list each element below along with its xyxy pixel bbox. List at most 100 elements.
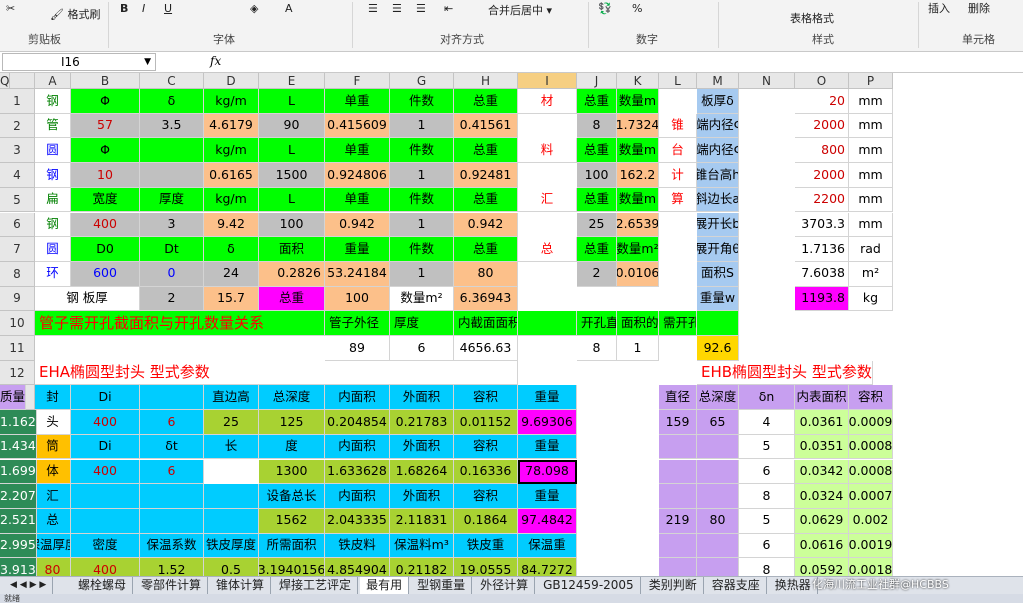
cell-h16[interactable]: 0.16336 (454, 459, 518, 485)
currency-icon[interactable]: 💱 (598, 2, 612, 15)
cell-i17[interactable]: 重量 (518, 484, 577, 509)
column-header[interactable]: B (71, 73, 140, 89)
cell-m15[interactable] (697, 434, 739, 460)
sheet-tab[interactable]: GB12459-2005 (537, 577, 641, 594)
cell-i15[interactable]: 重量 (518, 434, 577, 460)
chevron-down-icon[interactable]: ▼ (144, 54, 151, 70)
cell-p6[interactable]: mm (849, 212, 893, 238)
cell-j10[interactable]: 开孔直径 (577, 311, 617, 336)
cell-p16[interactable]: 0.0008 (849, 459, 893, 485)
cell-d20[interactable]: 0.5 (204, 558, 259, 576)
cell-a10[interactable]: 管子需开孔截面积与开孔数量关系 (35, 311, 325, 336)
cell-d4[interactable]: 0.6165 (204, 163, 259, 188)
column-header[interactable]: O (795, 73, 849, 89)
cell-f14[interactable]: 0.204854 (325, 410, 390, 435)
cell-g15[interactable]: 外面积 (390, 434, 454, 460)
cell-i3[interactable]: 料 (518, 138, 577, 164)
cell-h13[interactable]: 容积 (454, 385, 518, 411)
cell-p14[interactable]: 0.0009 (849, 410, 893, 435)
cell-j1[interactable]: 总重 (577, 89, 617, 114)
cell-c7[interactable]: Dt (140, 237, 204, 262)
cell-o7[interactable]: 1.7136 (795, 237, 849, 262)
cell-c2[interactable]: 3.5 (140, 113, 204, 139)
cell-e3[interactable]: L (259, 138, 325, 164)
cell-e20[interactable]: 3.1940156 (259, 558, 325, 576)
cell-m2[interactable]: 大端内径Φ2 (697, 113, 739, 139)
cell-c16[interactable]: 6 (140, 459, 204, 485)
cell-h11[interactable]: 4656.63 (454, 336, 518, 361)
cell-m6[interactable]: 展开长b (697, 212, 739, 238)
cell-f20[interactable]: 4.854904 (325, 558, 390, 576)
cell-c1[interactable]: δ (140, 89, 204, 114)
cell-e16[interactable]: 1300 (259, 459, 325, 485)
cell-a19[interactable]: 保温厚度 (35, 533, 71, 559)
cell-g10[interactable]: 厚度 (390, 311, 454, 336)
cell-i19[interactable]: 保温重 (518, 533, 577, 559)
cell-d5[interactable]: kg/m (204, 187, 259, 213)
merge-center-button[interactable]: 合并后居中 ▾ (488, 2, 552, 18)
column-header[interactable]: A (35, 73, 71, 89)
row-header[interactable]: 5 (0, 187, 35, 213)
cell-c19[interactable]: 保温系数 (140, 533, 204, 559)
cell-k4[interactable]: 162.2 (617, 163, 659, 188)
row-header[interactable]: 12 (0, 360, 35, 386)
cell-a1[interactable]: 钢 (35, 89, 71, 114)
cell-p4[interactable]: mm (849, 163, 893, 188)
cell-e9[interactable]: 总重 (259, 286, 325, 312)
cell-p9[interactable]: kg (849, 286, 893, 312)
cell-g9[interactable]: 数量m² (390, 286, 454, 312)
align-left-icon[interactable]: ☰ (368, 2, 378, 15)
cell-l2[interactable]: 锥 (659, 113, 697, 139)
cell-n19[interactable]: 6 (739, 533, 795, 559)
underline-button[interactable]: U (164, 2, 172, 15)
cell-l10[interactable]: 需开孔数量 (659, 311, 697, 336)
cell-e6[interactable]: 100 (259, 212, 325, 238)
column-header[interactable]: K (617, 73, 659, 89)
cell-o15[interactable]: 0.0351 (795, 434, 849, 460)
cell-i20[interactable]: 84.7272 (518, 558, 577, 576)
cell-f16[interactable]: 1.633628 (325, 459, 390, 485)
cell-b13[interactable]: Di (71, 385, 140, 411)
cell-h3[interactable]: 总重 (454, 138, 518, 164)
cell-h5[interactable]: 总重 (454, 187, 518, 213)
cell-c6[interactable]: 3 (140, 212, 204, 238)
cell-e13[interactable]: 总深度 (259, 385, 325, 411)
cell-c4[interactable] (140, 163, 204, 188)
cell-h14[interactable]: 0.01152 (454, 410, 518, 435)
cell-k11[interactable]: 1 (617, 336, 659, 361)
column-header[interactable]: P (849, 73, 893, 89)
cell-g5[interactable]: 件数 (390, 187, 454, 213)
cell-e19[interactable]: 所需面积 (259, 533, 325, 559)
cell-a9[interactable]: 钢 板厚 (35, 286, 140, 312)
column-header[interactable]: J (577, 73, 617, 89)
cell-d17[interactable] (204, 484, 259, 509)
column-header[interactable]: E (259, 73, 325, 89)
cell-p7[interactable]: rad (849, 237, 893, 262)
cell-i10[interactable] (518, 311, 577, 336)
cell-q19[interactable]: 2.995 (0, 533, 37, 559)
cell-m4[interactable]: 锥台高h (697, 163, 739, 188)
bold-button[interactable]: B (120, 2, 128, 15)
cell-p3[interactable]: mm (849, 138, 893, 164)
cell-m8[interactable]: 面积S (697, 261, 739, 287)
font-color-icon[interactable]: A (285, 2, 293, 15)
cell-h20[interactable]: 19.0555 (454, 558, 518, 576)
row-header[interactable]: 10 (0, 311, 35, 336)
row-header[interactable]: 9 (0, 286, 35, 312)
column-header[interactable]: N (739, 73, 795, 89)
cell-g19[interactable]: 保温料m³ (390, 533, 454, 559)
cell-e18[interactable]: 1562 (259, 508, 325, 534)
cell-h19[interactable]: 铁皮重 (454, 533, 518, 559)
cell-b14[interactable]: 400 (71, 410, 140, 435)
italic-button[interactable]: I (142, 2, 145, 15)
cell-g3[interactable]: 件数 (390, 138, 454, 164)
cell-a8[interactable]: 环 (35, 261, 71, 287)
cell-l16[interactable] (659, 459, 697, 485)
cell-n17[interactable]: 8 (739, 484, 795, 509)
cell-j4[interactable]: 100 (577, 163, 617, 188)
cell-c17[interactable] (140, 484, 204, 509)
cell-k10[interactable]: 面积的倍数 (617, 311, 659, 336)
cell-m10[interactable] (697, 311, 739, 336)
cell-q18[interactable]: 2.521 (0, 508, 37, 534)
cell-b3[interactable]: Φ (71, 138, 140, 164)
